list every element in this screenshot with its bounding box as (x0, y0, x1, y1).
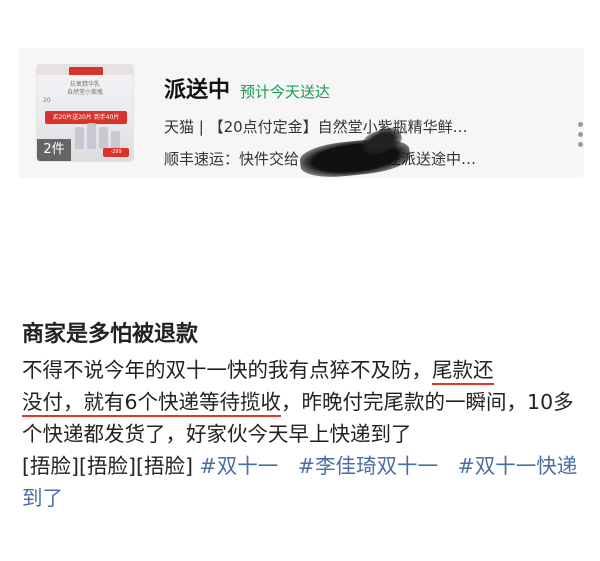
product-thumbnail[interactable]: 抗氧精华乳 自然堂小紫瓶 20 买20片送20片 到手40片 2件 -299 (36, 64, 134, 162)
delivery-card[interactable]: 抗氧精华乳 自然堂小紫瓶 20 买20片送20片 到手40片 2件 -299 派… (18, 48, 584, 181)
delivery-status-line: 派送中 预计今天送达 (164, 72, 330, 104)
post-body-text: 不得不说今年的双十一快的我有点猝不及防， (22, 358, 432, 382)
post-body: 不得不说今年的双十一快的我有点猝不及防，尾款还 没付，就有6个快递等待揽收，昨晚付… (22, 354, 588, 514)
product-bottle-icon (99, 127, 108, 149)
brand-logo-tag (69, 67, 103, 75)
courier-line-start: 顺丰速运：快件交给 (164, 150, 300, 168)
thumbnail-promo-banner: 买20片送20片 到手40片 (45, 111, 127, 124)
product-bottle-icon (111, 131, 120, 149)
post-underlined-text: 尾款还 (432, 358, 494, 385)
delivery-status: 派送中 (164, 78, 231, 103)
post-title: 商家是多怕被退款 (22, 322, 199, 347)
product-bottle-icon (87, 123, 96, 149)
post-underlined-text: 没付，就有6个快递等待揽收 (22, 390, 282, 417)
thumbnail-brand-line2: 自然堂小紫瓶 (66, 89, 103, 96)
delivery-eta: 预计今天送达 (240, 83, 331, 101)
quantity-badge: 2件 (37, 139, 71, 161)
hashtag-link[interactable]: #双十一 (200, 454, 279, 478)
facepalm-emoji-text: [捂脸][捂脸][捂脸] (22, 454, 193, 478)
thumbnail-price-tag: -299 (103, 148, 129, 157)
hashtag-link[interactable]: #李佳琦双十一 (298, 454, 438, 478)
product-bottle-icon (75, 127, 84, 149)
thumbnail-small-tag: 20 (43, 97, 51, 104)
vertical-more-icon[interactable] (578, 122, 584, 162)
